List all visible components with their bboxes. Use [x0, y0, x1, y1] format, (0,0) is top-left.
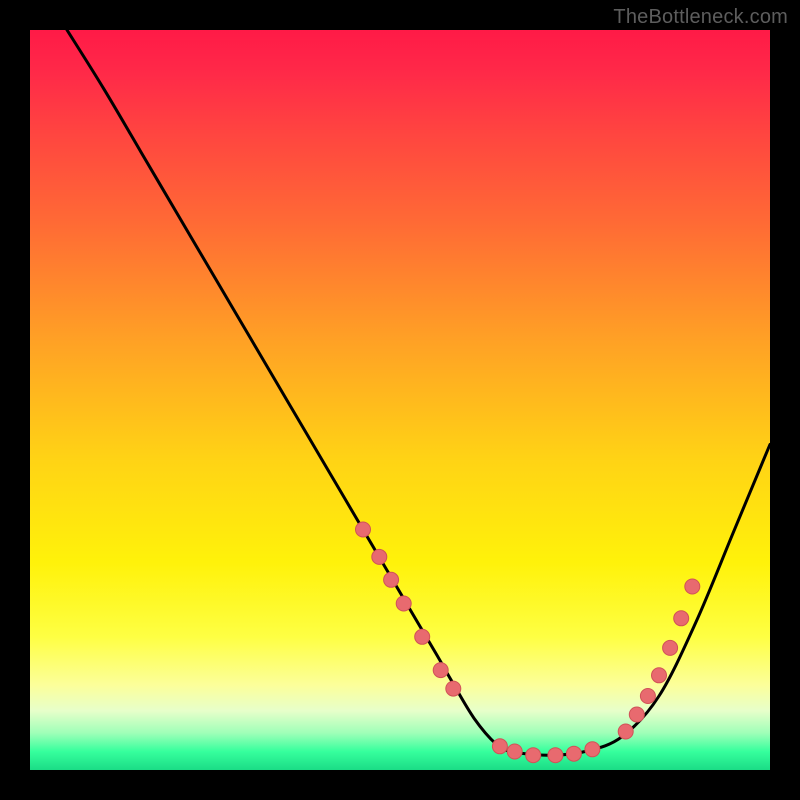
highlight-dot	[652, 668, 667, 683]
highlight-dot	[618, 724, 633, 739]
highlight-dot	[629, 707, 644, 722]
highlight-dot	[492, 739, 507, 754]
highlight-dot	[566, 746, 581, 761]
highlight-dot	[663, 640, 678, 655]
highlight-dot	[548, 748, 563, 763]
highlight-dot	[685, 579, 700, 594]
highlight-dot	[640, 689, 655, 704]
highlight-dot	[396, 596, 411, 611]
highlight-dot	[446, 681, 461, 696]
dots-layer	[356, 522, 700, 763]
watermark-text: TheBottleneck.com	[613, 6, 788, 29]
highlight-dot	[507, 744, 522, 759]
highlight-dot	[384, 572, 399, 587]
highlight-dot	[433, 663, 448, 678]
chart-svg	[30, 30, 770, 770]
highlight-dot	[415, 629, 430, 644]
highlight-dot	[585, 742, 600, 757]
highlight-dot	[674, 611, 689, 626]
highlight-dot	[372, 549, 387, 564]
chart-stage: TheBottleneck.com	[0, 0, 800, 800]
highlight-dot	[526, 748, 541, 763]
highlight-dot	[356, 522, 371, 537]
plot-area	[30, 30, 770, 770]
